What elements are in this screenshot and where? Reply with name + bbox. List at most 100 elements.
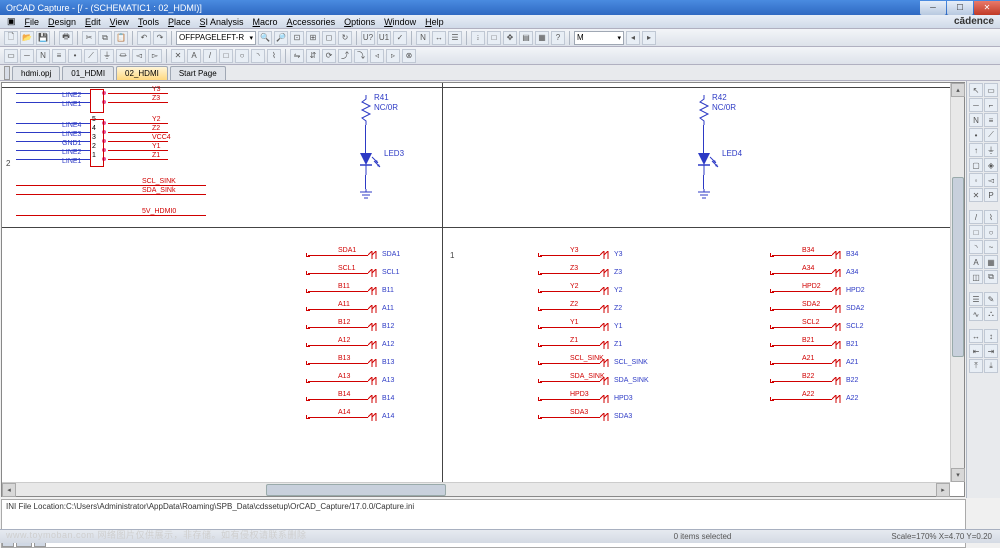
place-offpage-icon[interactable]: ◅ xyxy=(132,49,146,63)
find-next-icon[interactable]: ▸ xyxy=(642,31,656,45)
ole-icon[interactable]: ◫ xyxy=(969,270,983,284)
window-minimize-button[interactable]: ─ xyxy=(920,1,946,15)
cut-icon[interactable]: ✂ xyxy=(82,31,96,45)
select-icon[interactable]: ↖ xyxy=(969,83,983,97)
zoom-selection-icon[interactable]: ◻ xyxy=(322,31,336,45)
v-scrollbar[interactable]: ▴ ▾ xyxy=(950,83,964,482)
bom-icon[interactable]: ☰ xyxy=(448,31,462,45)
si-icon[interactable]: ∿ xyxy=(969,307,983,321)
v-scroll-thumb[interactable] xyxy=(952,177,964,357)
menu-tools[interactable]: Tools xyxy=(135,17,162,27)
next-page-icon[interactable]: ▹ xyxy=(386,49,400,63)
close-view-icon[interactable]: ⊗ xyxy=(402,49,416,63)
place-ground-icon[interactable]: ⏛ xyxy=(116,49,130,63)
align-right-icon[interactable]: ⇥ xyxy=(984,344,998,358)
scroll-right-icon[interactable]: ▸ xyxy=(936,483,950,497)
window-close-button[interactable]: ✕ xyxy=(974,1,1000,15)
netlist-icon[interactable]: N xyxy=(416,31,430,45)
zoom-area-icon[interactable]: ⊡ xyxy=(290,31,304,45)
place-rect-icon[interactable]: □ xyxy=(219,49,233,63)
polyline-icon[interactable]: ⌇ xyxy=(984,210,998,224)
ascend-icon[interactable]: ⤴ xyxy=(338,49,352,63)
mirror-v-icon[interactable]: ⇵ xyxy=(306,49,320,63)
new-icon[interactable]: 🗋 xyxy=(4,31,18,45)
hier-pin-icon[interactable]: ◦ xyxy=(969,173,983,187)
back-annotate-icon[interactable]: U1 xyxy=(377,31,391,45)
hier-block-icon[interactable]: ▢ xyxy=(969,158,983,172)
power-icon[interactable]: ↑ xyxy=(969,143,983,157)
cross-ref-icon[interactable]: ↔ xyxy=(432,31,446,45)
wire-icon[interactable]: ─ xyxy=(969,98,983,112)
annotate-icon[interactable]: U? xyxy=(361,31,375,45)
menu-si[interactable]: SI Analysis xyxy=(196,17,246,27)
tab-start-page[interactable]: Start Page xyxy=(170,66,226,80)
descend-icon[interactable]: ⤵ xyxy=(354,49,368,63)
menu-options[interactable]: Options xyxy=(341,17,378,27)
menu-edit[interactable]: Edit xyxy=(82,17,104,27)
bezier-icon[interactable]: ~ xyxy=(984,240,998,254)
find-prev-icon[interactable]: ◂ xyxy=(626,31,640,45)
ground-icon[interactable]: ⏚ xyxy=(984,143,998,157)
menu-view[interactable]: View xyxy=(107,17,132,27)
menu-window[interactable]: Window xyxy=(381,17,419,27)
place-bus-icon[interactable]: ≡ xyxy=(52,49,66,63)
tab-page-2[interactable]: 02_HDMI xyxy=(116,66,168,80)
distribute-v-icon[interactable]: ↕ xyxy=(984,329,998,343)
schematic-canvas[interactable]: 2 1 Y3LINE2Z3LINE15Y2LINE44Z2LINE33VCC4G… xyxy=(2,83,950,482)
place-junction-icon[interactable]: • xyxy=(68,49,82,63)
zoom-fit-icon[interactable]: ⊞ xyxy=(306,31,320,45)
tab-scroll-left[interactable] xyxy=(4,66,10,80)
image-icon[interactable]: ▦ xyxy=(984,255,998,269)
align-left-icon[interactable]: ⇤ xyxy=(969,344,983,358)
redo-icon[interactable]: ↷ xyxy=(153,31,167,45)
place-text-icon[interactable]: A xyxy=(187,49,201,63)
place-power-icon[interactable]: ⏚ xyxy=(100,49,114,63)
copy-icon[interactable]: ⧉ xyxy=(98,31,112,45)
variant-icon[interactable]: ⧉ xyxy=(984,270,998,284)
ps-part-icon[interactable]: P xyxy=(984,188,998,202)
scroll-left-icon[interactable]: ◂ xyxy=(2,483,16,497)
menu-macro[interactable]: Macro xyxy=(250,17,281,27)
find-dropdown[interactable]: M▾ xyxy=(574,31,624,45)
undo-icon[interactable]: ↶ xyxy=(137,31,151,45)
menu-accessories[interactable]: Accessories xyxy=(284,17,339,27)
line-icon[interactable]: / xyxy=(969,210,983,224)
window-maximize-button[interactable]: ☐ xyxy=(947,1,973,15)
ncprops-icon[interactable]: ✎ xyxy=(984,292,998,306)
zoom-out-icon[interactable]: 🔎 xyxy=(274,31,288,45)
distribute-h-icon[interactable]: ↔ xyxy=(969,329,983,343)
arc-icon[interactable]: ◝ xyxy=(969,240,983,254)
tab-page-1[interactable]: 01_HDMI xyxy=(62,66,114,80)
constraint-icon[interactable]: ⛬ xyxy=(984,307,998,321)
place-busentry-icon[interactable]: ⟋ xyxy=(84,49,98,63)
place-ellipse-icon[interactable]: ○ xyxy=(235,49,249,63)
scroll-up-icon[interactable]: ▴ xyxy=(951,83,965,97)
place-wire-icon[interactable]: ─ xyxy=(20,49,34,63)
place-arc-icon[interactable]: ◝ xyxy=(251,49,265,63)
align-top-icon[interactable]: ⤒ xyxy=(969,359,983,373)
rotate-icon[interactable]: ⟳ xyxy=(322,49,336,63)
align-bottom-icon[interactable]: ⤓ xyxy=(984,359,998,373)
open-icon[interactable]: 📂 xyxy=(20,31,34,45)
save-icon[interactable]: 💾 xyxy=(36,31,50,45)
place-polyline-icon[interactable]: ⌇ xyxy=(267,49,281,63)
drc-icon[interactable]: ✓ xyxy=(393,31,407,45)
help-icon[interactable]: ? xyxy=(551,31,565,45)
refresh-icon[interactable]: ↻ xyxy=(338,31,352,45)
bus-entry-icon[interactable]: ⟋ xyxy=(984,128,998,142)
place-port-icon[interactable]: ▻ xyxy=(148,49,162,63)
menu-file[interactable]: FFileile xyxy=(22,17,43,27)
part-icon[interactable]: ▭ xyxy=(984,83,998,97)
rect-icon[interactable]: □ xyxy=(969,225,983,239)
h-scroll-thumb[interactable] xyxy=(266,484,446,496)
ellipse-icon[interactable]: ○ xyxy=(984,225,998,239)
netgroup-icon[interactable]: ☰ xyxy=(969,292,983,306)
place-noconnect-icon[interactable]: ✕ xyxy=(171,49,185,63)
place-part-icon[interactable]: ▭ xyxy=(4,49,18,63)
junction-icon[interactable]: • xyxy=(969,128,983,142)
hier-port-icon[interactable]: ◈ xyxy=(984,158,998,172)
offpage-dropdown[interactable]: OFFPAGELEFT-R▾ xyxy=(176,31,256,45)
offpage-conn-icon[interactable]: ◅ xyxy=(984,173,998,187)
area-select-icon[interactable]: □ xyxy=(487,31,501,45)
scroll-down-icon[interactable]: ▾ xyxy=(951,468,965,482)
